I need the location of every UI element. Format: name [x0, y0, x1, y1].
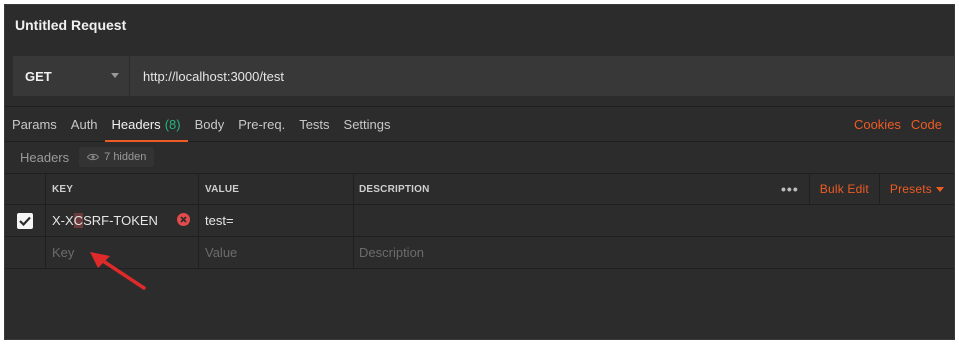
- tab-params[interactable]: Params: [5, 107, 64, 141]
- method-select[interactable]: GET: [13, 56, 130, 96]
- header-checkbox-cell: [5, 174, 46, 204]
- url-bar: GET http://localhost:3000/test: [13, 56, 954, 96]
- tab-pre-request[interactable]: Pre-req.: [231, 107, 292, 141]
- row-checkbox-cell: [5, 237, 46, 268]
- presets-label: Presets: [889, 182, 932, 196]
- column-header-key: KEY: [46, 174, 199, 204]
- checkmark-icon: [19, 216, 31, 226]
- value-placeholder: Value: [205, 245, 238, 260]
- tab-headers[interactable]: Headers (8): [104, 107, 188, 142]
- headers-subheader: Headers 7 hidden: [5, 141, 954, 173]
- header-key-text: X-XCSRF-TOKEN: [52, 213, 158, 228]
- bulk-edit-button[interactable]: Bulk Edit: [810, 174, 880, 204]
- hidden-count: 7 hidden: [104, 151, 147, 163]
- header-value-text: test=: [205, 213, 234, 228]
- url-input[interactable]: http://localhost:3000/test: [130, 69, 284, 84]
- tab-settings[interactable]: Settings: [337, 107, 398, 141]
- tab-label: Pre-req.: [238, 116, 286, 132]
- hidden-headers-toggle[interactable]: 7 hidden: [79, 147, 155, 167]
- new-description-input[interactable]: Description: [354, 237, 954, 268]
- tab-links: Cookies Code: [849, 117, 954, 132]
- method-label: GET: [25, 68, 52, 84]
- description-placeholder: Description: [359, 245, 425, 260]
- column-header-description-label: DESCRIPTION: [359, 183, 430, 195]
- code-link[interactable]: Code: [906, 117, 954, 132]
- tab-label: Headers: [111, 116, 161, 132]
- key-placeholder: Key: [52, 245, 75, 260]
- tab-label: Params: [12, 116, 57, 132]
- row-enabled-checkbox[interactable]: [17, 212, 33, 229]
- table-header-row: KEY VALUE DESCRIPTION ••• Bulk Edit Pres…: [5, 173, 954, 205]
- annotation-arrow-icon: [90, 252, 146, 290]
- tab-label: Settings: [343, 116, 391, 132]
- table-row: X-XCSRF-TOKEN test=: [5, 205, 954, 237]
- request-tabs: Params Auth Headers (8) Body Pre-req. Te…: [5, 106, 954, 142]
- value-cell[interactable]: test=: [199, 205, 354, 236]
- tab-label: Auth: [70, 116, 98, 132]
- text-cursor-char: C: [73, 213, 84, 228]
- new-value-input[interactable]: Value: [199, 237, 354, 268]
- tab-auth[interactable]: Auth: [64, 107, 105, 141]
- key-prefix: X-X: [52, 213, 74, 228]
- remove-header-icon[interactable]: [177, 213, 190, 226]
- table-actions: ••• Bulk Edit Presets: [771, 174, 954, 204]
- chevron-down-icon: [936, 187, 944, 192]
- column-header-description: DESCRIPTION ••• Bulk Edit Presets: [354, 174, 954, 204]
- headers-section-label: Headers: [20, 149, 70, 165]
- cookies-link[interactable]: Cookies: [849, 117, 906, 132]
- tab-body[interactable]: Body: [188, 107, 232, 141]
- tab-tests[interactable]: Tests: [292, 107, 336, 141]
- eye-icon: [87, 153, 100, 161]
- tab-label: Tests: [299, 116, 330, 132]
- key-suffix: SRF-TOKEN: [83, 213, 158, 228]
- presets-dropdown[interactable]: Presets: [880, 174, 954, 204]
- chevron-down-icon: [111, 73, 119, 78]
- description-cell[interactable]: [354, 205, 954, 236]
- row-checkbox-cell: [5, 205, 46, 236]
- column-header-value: VALUE: [199, 174, 354, 204]
- more-options-icon[interactable]: •••: [771, 174, 810, 204]
- request-title[interactable]: Untitled Request: [5, 5, 954, 45]
- key-cell[interactable]: X-XCSRF-TOKEN: [46, 205, 199, 236]
- headers-count-badge: (8): [164, 116, 181, 132]
- tab-label: Body: [194, 116, 225, 132]
